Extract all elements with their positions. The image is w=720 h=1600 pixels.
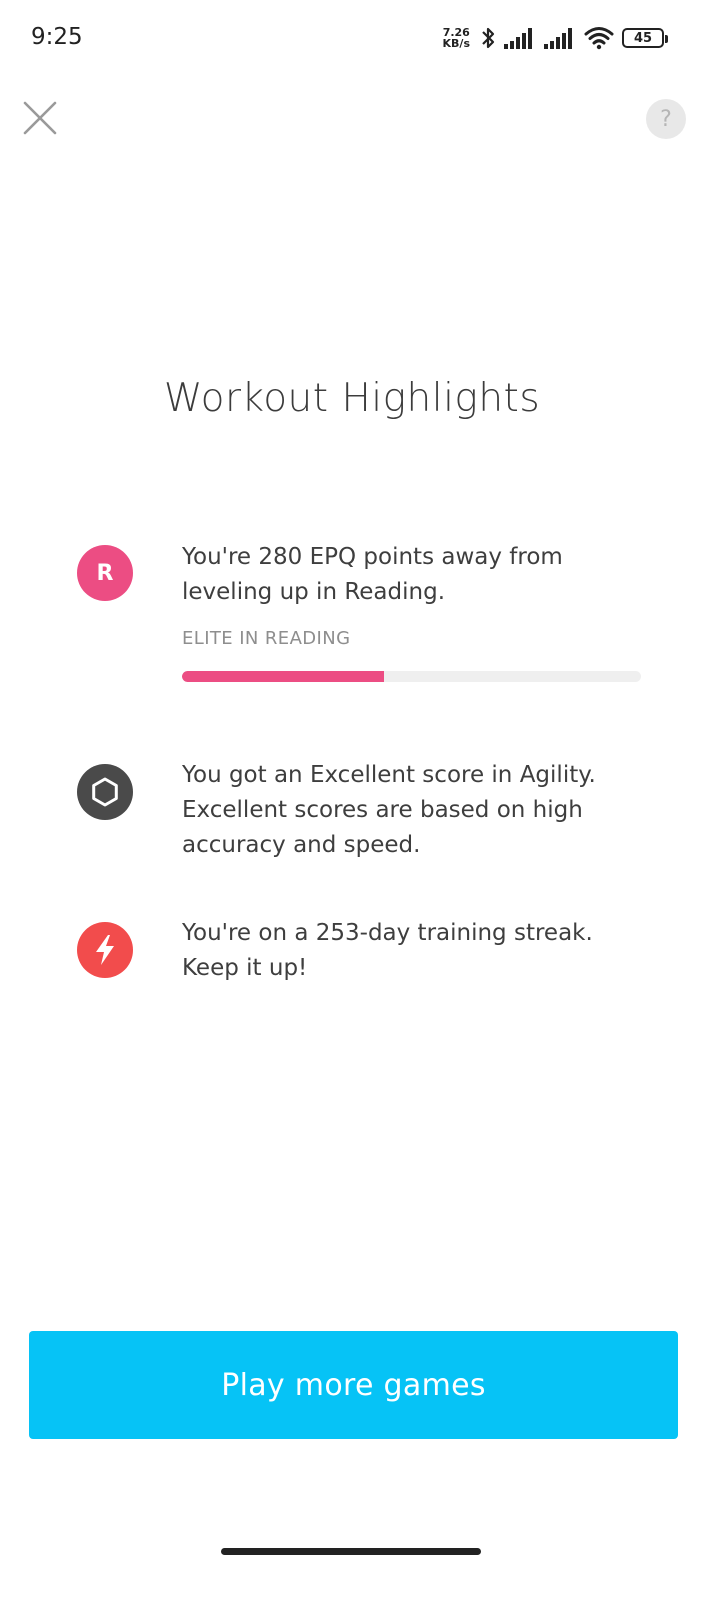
close-button[interactable] xyxy=(18,96,62,140)
home-indicator[interactable] xyxy=(221,1548,481,1555)
lightning-icon xyxy=(77,922,133,978)
status-bar: 9:25 7.26 KB/s 45 xyxy=(0,0,720,76)
play-more-games-button[interactable]: Play more games xyxy=(29,1331,678,1439)
highlight-text: You're 280 EPQ points away from leveling… xyxy=(182,544,563,605)
help-icon: ? xyxy=(660,106,672,132)
status-icons: 7.26 KB/s 45 xyxy=(443,22,668,54)
battery-icon: 45 xyxy=(622,28,668,48)
level-progress-fill xyxy=(182,671,384,682)
reading-badge-label: R xyxy=(96,560,114,586)
reading-badge-icon: R xyxy=(77,545,133,601)
close-icon xyxy=(23,101,57,135)
network-speed: 7.26 KB/s xyxy=(443,27,470,49)
highlight-text: You got an Excellent score in Agility. E… xyxy=(182,762,596,858)
signal-icon xyxy=(544,27,576,49)
workout-highlights-screen: 9:25 7.26 KB/s 45 ? Workout Highlights R… xyxy=(0,0,720,1600)
highlight-text: You're on a 253-day training streak. Kee… xyxy=(182,920,593,981)
status-time: 9:25 xyxy=(31,24,83,50)
level-label: ELITE IN READING xyxy=(182,628,351,649)
hexagon-icon xyxy=(77,764,133,820)
level-progress-bar xyxy=(182,671,641,682)
network-speed-unit: KB/s xyxy=(442,37,470,50)
page-title: Workout Highlights xyxy=(163,376,541,421)
wifi-icon xyxy=(584,26,614,50)
bluetooth-icon xyxy=(480,25,496,51)
help-button[interactable]: ? xyxy=(646,99,686,139)
signal-icon xyxy=(504,27,536,49)
